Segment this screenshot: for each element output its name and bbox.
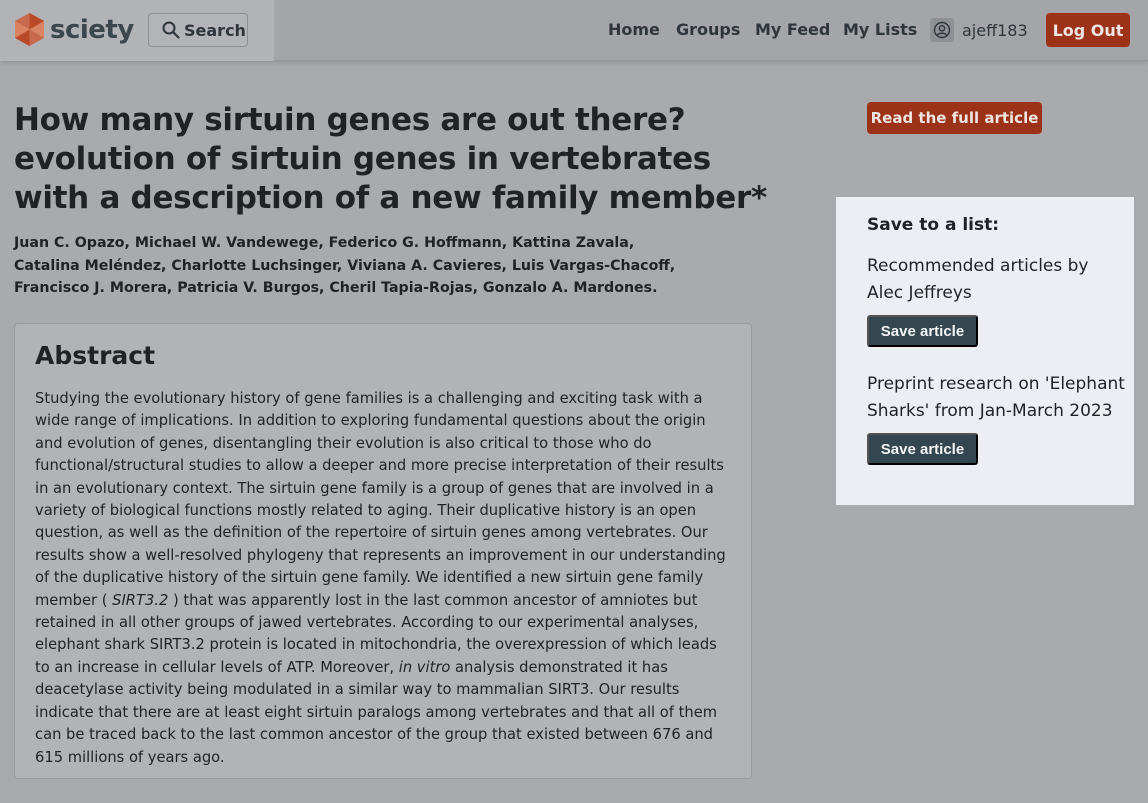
read-full-article-button[interactable]: Read the full article	[867, 102, 1042, 134]
in-vitro-term: in vitro	[398, 658, 451, 676]
nav-my-lists[interactable]: My Lists	[843, 20, 917, 39]
gene-name: SIRT3.2	[112, 591, 169, 609]
list-name: Recommended articles by Alec Jeffreys	[867, 256, 1089, 303]
logout-button[interactable]: Log Out	[1046, 13, 1130, 47]
nav-my-feed[interactable]: My Feed	[755, 20, 830, 39]
save-panel-heading: Save to a list:	[867, 215, 1000, 235]
save-article-button[interactable]: Save article	[867, 433, 978, 465]
abstract-card: Abstract Studying the evolutionary histo…	[14, 323, 752, 779]
save-to-list-panel: Save to a list: Recommended articles by …	[836, 197, 1134, 505]
abstract-text-part: Studying the evolutionary history of gen…	[35, 390, 726, 609]
user-avatar-icon	[930, 18, 954, 42]
search-label: Search	[184, 20, 246, 40]
article-authors: Juan C. Opazo, Michael W. Vandewege, Fed…	[14, 235, 676, 296]
nav-groups[interactable]: Groups	[676, 20, 740, 39]
article-title: How many sirtuin genes are out there? ev…	[14, 102, 767, 216]
search-icon	[162, 21, 180, 39]
sciety-logo-icon	[15, 13, 44, 46]
logo-text: sciety	[50, 14, 134, 45]
list-name: Preprint research on 'Elephant Sharks' f…	[867, 374, 1125, 421]
username: ajeff183	[962, 20, 1028, 40]
user-menu[interactable]: ajeff183	[930, 18, 1028, 42]
nav-home[interactable]: Home	[608, 20, 660, 39]
sciety-logo[interactable]: sciety	[13, 12, 134, 47]
abstract-heading: Abstract	[35, 341, 156, 370]
search-button[interactable]: Search	[148, 13, 248, 47]
abstract-text: Studying the evolutionary history of gen…	[35, 388, 735, 769]
site-header: sciety Search Home Groups My Feed My Lis…	[0, 0, 1148, 61]
save-article-button[interactable]: Save article	[867, 315, 978, 347]
